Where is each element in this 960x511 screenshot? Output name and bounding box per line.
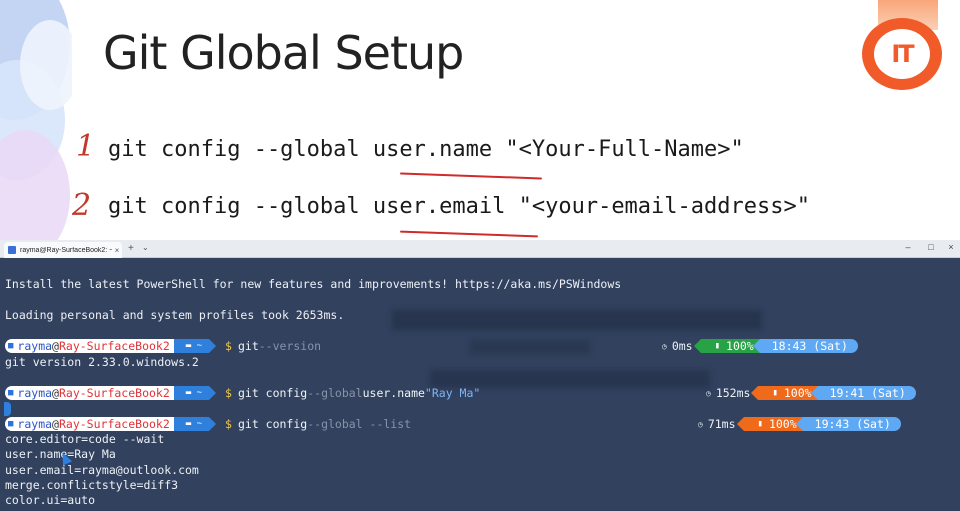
prompt-status: ◷ 71ms ▮ 100% 19:43 (Sat)	[698, 417, 901, 431]
terminal-tab[interactable]: rayma@Ray-SurfaceBook2: ~ ×	[4, 242, 122, 258]
step-1-marker: 1	[76, 129, 96, 164]
prompt-line: ■ rayma @ Ray-SurfaceBook2 ▬ ~ $ git --ver…	[5, 339, 321, 353]
clock-segment: 18:43 (Sat)	[752, 339, 858, 353]
prompt-user-segment: ■ rayma @ Ray-SurfaceBook2	[5, 339, 181, 353]
config-line: core.editor=code --wait	[5, 432, 165, 446]
presentation-slide: Git Global Setup 1 git config --global u…	[0, 0, 960, 240]
close-button[interactable]: ×	[944, 242, 958, 252]
profile-load-message: Loading personal and system profiles too…	[5, 308, 345, 322]
timer-icon: ◷	[706, 388, 711, 398]
step-2-marker: 2	[72, 188, 92, 223]
prompt-user-segment: ■ rayma @ Ray-SurfaceBook2	[5, 417, 181, 431]
chevron-down-icon[interactable]: ⌄	[142, 243, 149, 252]
battery-status: ▮ 100%	[693, 339, 760, 353]
clock-segment: 19:43 (Sat)	[795, 417, 901, 431]
slide-title: Git Global Setup	[103, 26, 464, 80]
prompt-at: @	[52, 339, 59, 353]
battery-status: ▮ 100%	[736, 417, 803, 431]
execution-time: ◷ 152ms	[706, 386, 750, 400]
prompt-at: @	[52, 386, 59, 400]
terminal-window: rayma@Ray-SurfaceBook2: ~ × + ⌄ – □ × In…	[0, 240, 960, 511]
prompt-path-segment: ▬ ~	[173, 339, 217, 353]
prompt-path-segment: ▬ ~	[173, 386, 217, 400]
execution-time: ◷ 0ms	[662, 339, 693, 353]
windows-icon: ■	[8, 341, 14, 351]
terminal-content[interactable]: Install the latest PowerShell for new fe…	[0, 258, 960, 511]
command-text: git config	[237, 386, 308, 400]
command-text: git config	[237, 417, 308, 431]
prompt-user: rayma	[17, 417, 53, 431]
underline-user-name	[400, 172, 542, 180]
tab-title: rayma@Ray-SurfaceBook2: ~	[20, 246, 112, 254]
command-flag: --global	[307, 386, 363, 400]
timer-icon: ◷	[662, 341, 667, 351]
battery-charging-icon: ▮	[714, 341, 721, 351]
prompt-symbol: $	[225, 417, 232, 431]
timer-icon: ◷	[698, 419, 703, 429]
prompt-status: ◷ 0ms ▮ 100% 18:43 (Sat)	[662, 339, 858, 353]
duration-value: 71ms	[707, 417, 736, 431]
windows-icon: ■	[8, 419, 14, 429]
prompt-at: @	[52, 417, 59, 431]
command-user-name: git config --global user.name "<Your-Ful…	[108, 137, 744, 162]
command-string: "Ray Ma"	[424, 386, 481, 400]
config-line: user.email=rayma@outlook.com	[5, 463, 199, 477]
prompt-host: Ray-SurfaceBook2	[58, 339, 170, 353]
duration-value: 152ms	[715, 386, 751, 400]
prompt-line: ■ rayma @ Ray-SurfaceBook2 ▬ ~ $ git confi…	[5, 417, 411, 431]
folder-icon: ▬	[185, 419, 192, 429]
command-flag: --version	[258, 339, 322, 353]
command-arg: user.name	[362, 386, 425, 400]
brand-logo: IT	[862, 18, 942, 90]
execution-time: ◷ 71ms	[698, 417, 736, 431]
prompt-host: Ray-SurfaceBook2	[58, 386, 170, 400]
prompt-path: ~	[196, 341, 203, 351]
prompt-continuation-marker	[4, 402, 11, 416]
windows-icon: ■	[8, 388, 14, 398]
slide-decoration	[0, 0, 72, 240]
prompt-host: Ray-SurfaceBook2	[58, 417, 170, 431]
powershell-icon	[8, 246, 16, 254]
battery-plugged-icon: ▮	[772, 388, 778, 398]
new-tab-button[interactable]: +	[128, 243, 134, 254]
minimize-button[interactable]: –	[901, 242, 915, 252]
terminal-title-bar: rayma@Ray-SurfaceBook2: ~ × + ⌄ – □ ×	[0, 240, 960, 258]
config-line: color.ui=auto	[5, 493, 96, 507]
underline-user-email	[400, 230, 538, 238]
prompt-symbol: $	[225, 339, 232, 353]
maximize-button[interactable]: □	[924, 242, 938, 252]
tab-close-icon[interactable]: ×	[112, 246, 122, 255]
battery-value: 100%	[783, 386, 812, 400]
prompt-user-segment: ■ rayma @ Ray-SurfaceBook2	[5, 386, 181, 400]
logo-text: IT	[891, 40, 914, 68]
battery-value: 100%	[726, 339, 754, 353]
command-text: git	[237, 339, 259, 353]
folder-icon: ▬	[185, 341, 192, 351]
prompt-user: rayma	[17, 339, 53, 353]
command-user-email: git config --global user.email "<your-em…	[108, 194, 810, 219]
duration-value: 0ms	[671, 339, 693, 353]
config-line: merge.conflictstyle=diff3	[5, 478, 179, 492]
command-flag: --global --list	[307, 417, 412, 431]
battery-status: ▮ 100%	[751, 386, 818, 400]
prompt-path-segment: ▬ ~	[173, 417, 217, 431]
prompt-status: ◷ 152ms ▮ 100% 19:41 (Sat)	[706, 386, 916, 400]
prompt-path: ~	[196, 388, 203, 398]
prompt-user: rayma	[17, 386, 53, 400]
git-version-output: git version 2.33.0.windows.2	[5, 355, 199, 369]
prompt-symbol: $	[225, 386, 232, 400]
battery-value: 100%	[768, 417, 797, 431]
prompt-path: ~	[196, 419, 203, 429]
folder-icon: ▬	[185, 388, 192, 398]
powershell-banner: Install the latest PowerShell for new fe…	[5, 277, 622, 291]
prompt-line: ■ rayma @ Ray-SurfaceBook2 ▬ ~ $ git confi…	[5, 386, 480, 400]
battery-plugged-icon: ▮	[757, 419, 763, 429]
clock-segment: 19:41 (Sat)	[810, 386, 916, 400]
